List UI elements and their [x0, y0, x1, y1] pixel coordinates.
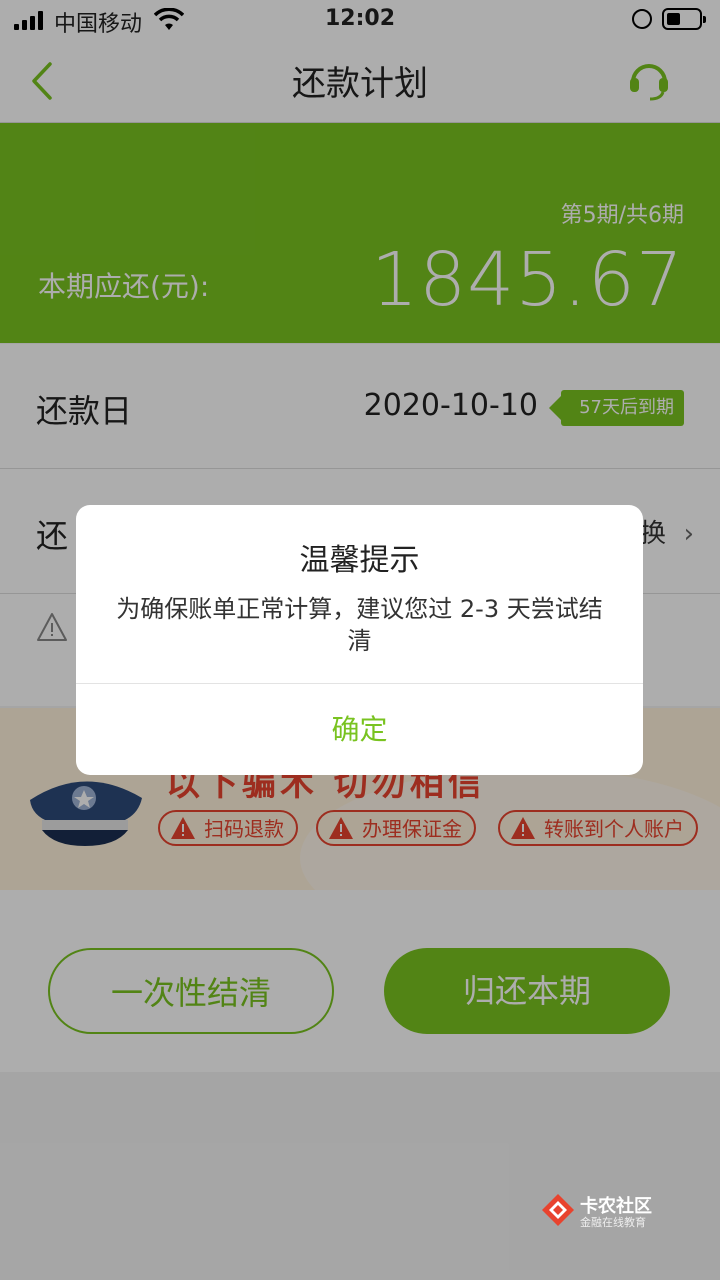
dialog-message: 为确保账单正常计算，建议您过 2-3 天尝试结清 — [116, 595, 603, 655]
watermark-subtitle: 金融在线教育 — [580, 1216, 646, 1229]
kanong-logo-icon — [542, 1194, 574, 1226]
dialog-confirm-button[interactable]: 确定 — [76, 684, 643, 775]
tip-dialog: 温馨提示 为确保账单正常计算，建议您过 2-3 天尝试结清 确定 — [76, 505, 643, 775]
dialog-title: 温馨提示 — [299, 543, 420, 578]
watermark: 卡农社区 金融在线教育 — [540, 1192, 680, 1232]
